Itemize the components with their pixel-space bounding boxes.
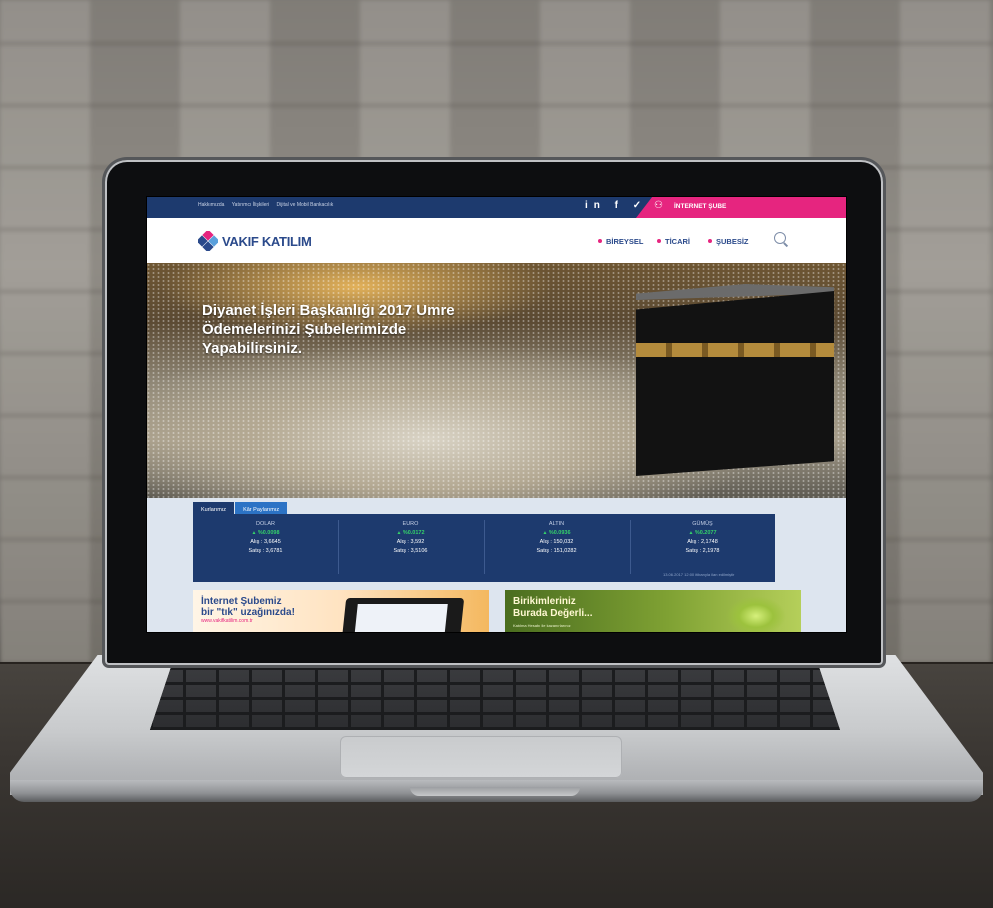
rate-buy: Alış : 150,032 (539, 539, 574, 545)
nav-item-bireysel[interactable]: BİREYSEL (598, 237, 644, 246)
top-link-about[interactable]: Hakkımızda (198, 202, 224, 208)
user-icon: ⚇ (654, 200, 663, 211)
rate-buy: Alış : 3,592 (396, 539, 425, 545)
banner-line2: Burada Değerli... (513, 608, 593, 619)
banner-title: Birikimleriniz Burada Değerli... (513, 596, 592, 620)
laptop-keyboard (150, 668, 840, 730)
rates-note: 13.06.2017 12:00 itibarıyla ilan edilmiş… (663, 572, 735, 577)
rate-change: %0.0098 (193, 529, 338, 538)
banner-title: İnternet Şubemiz bir "tık" uzağınızda! (201, 596, 295, 618)
rate-change: %0.2077 (630, 529, 775, 538)
rate-name: EURO (402, 521, 419, 527)
rate-euro: EURO %0.0172 Alış : 3,592 Satış : 3,5106 (338, 520, 483, 556)
top-link-investor[interactable]: Yatırımcı İlişkileri (232, 202, 269, 208)
rate-change: %0.0936 (484, 529, 629, 538)
internet-sube-label: İNTERNET ŞUBE (674, 203, 727, 210)
rate-sell: Satış : 3,6781 (248, 548, 283, 554)
banner-subtitle: Katılma Hesabı ile kazanırlarınız (513, 623, 571, 628)
banner-line1: İnternet Şubemiz (201, 596, 282, 607)
banner-line1: Birikimleriniz (513, 596, 576, 607)
logo-icon[interactable] (198, 231, 218, 251)
main-navbar: VAKIF KATILIM BİREYSEL TİCARİ ŞUBESİZ (146, 218, 847, 263)
top-links: Hakkımızda Yatırımcı İlişkileri Dijital … (198, 202, 339, 208)
plant-image (726, 596, 786, 633)
laptop-notch (410, 787, 580, 796)
rate-sell: Satış : 151,0282 (536, 548, 577, 554)
hero-title: Diyanet İşleri Başkanlığı 2017 Umre Ödem… (202, 302, 455, 357)
rate-dolar: DOLAR %0.0098 Alış : 3,6645 Satış : 3,67… (193, 520, 338, 556)
internet-sube-button[interactable]: ⚇ İNTERNET ŞUBE (636, 196, 847, 218)
rates-tabs: Kurlarımız Kâr Paylarımız (193, 498, 288, 518)
brand-name[interactable]: VAKIF KATILIM (222, 234, 312, 249)
social-icons[interactable]: in f ✓ (585, 200, 647, 211)
banner-url: www.vakifkatilim.com.tr (201, 618, 253, 624)
kaaba-image (636, 291, 834, 476)
laptop-screen: Hakkımızda Yatırımcı İlişkileri Dijital … (146, 196, 847, 633)
rate-altin: ALTIN %0.0936 Alış : 150,032 Satış : 151… (484, 520, 629, 556)
rates-panel: DOLAR %0.0098 Alış : 3,6645 Satış : 3,67… (193, 514, 775, 582)
rate-name: DOLAR (256, 521, 275, 527)
laptop-trackpad (340, 736, 622, 778)
rate-name: GÜMÜŞ (692, 521, 713, 527)
tablet-screen-image (354, 604, 448, 633)
rate-buy: Alış : 3,6645 (250, 539, 281, 545)
rate-sell: Satış : 3,5106 (393, 548, 428, 554)
rate-name: ALTIN (548, 521, 565, 527)
rate-sell: Satış : 2,1978 (685, 548, 720, 554)
top-bar: Hakkımızda Yatırımcı İlişkileri Dijital … (146, 196, 847, 218)
nav-item-ticari[interactable]: TİCARİ (657, 237, 690, 246)
rate-buy: Alış : 2,1748 (687, 539, 718, 545)
nav-item-subesiz[interactable]: ŞUBESİZ (708, 237, 749, 246)
banner-line2: bir "tık" uzağınızda! (201, 607, 295, 618)
kaaba-band (636, 343, 834, 357)
search-icon[interactable] (774, 232, 786, 244)
rate-gumus: GÜMÜŞ %0.2077 Alış : 2,1748 Satış : 2,19… (630, 520, 775, 556)
top-link-digital[interactable]: Dijital ve Mobil Bankacılık (277, 202, 334, 208)
rate-change: %0.0172 (338, 529, 483, 538)
